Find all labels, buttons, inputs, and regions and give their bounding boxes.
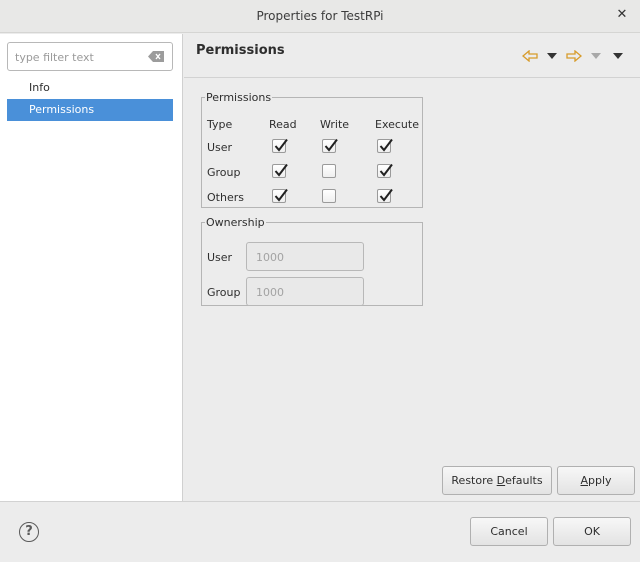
filter-input[interactable]: [15, 49, 145, 65]
owner-user-field[interactable]: [256, 249, 351, 265]
permissions-legend: Permissions: [206, 91, 272, 104]
dialog-button-bar: ? Cancel OK: [0, 501, 640, 562]
owner-group-label: Group: [207, 286, 241, 299]
checkmark-icon: [324, 138, 338, 152]
checkmark-icon: [379, 163, 393, 177]
row-label-user: User: [207, 141, 233, 154]
permissions-group: Permissions Type Read Write Execute User…: [201, 91, 423, 208]
others-execute-checkbox[interactable]: [377, 188, 393, 203]
header-write: Write: [320, 118, 350, 131]
user-write-checkbox[interactable]: [322, 138, 338, 153]
group-write-checkbox[interactable]: [322, 164, 336, 178]
clear-filter-icon[interactable]: [148, 51, 164, 62]
filter-box: [7, 42, 173, 71]
back-history-dropdown-icon[interactable]: [546, 48, 558, 64]
header-type: Type: [207, 118, 233, 131]
checkmark-icon: [274, 188, 288, 202]
cancel-button[interactable]: Cancel: [470, 517, 548, 546]
row-label-group: Group: [207, 166, 241, 179]
checkmark-icon: [274, 163, 288, 177]
user-read-checkbox[interactable]: [272, 138, 288, 153]
sidebar-item-label: Permissions: [29, 103, 95, 116]
group-execute-checkbox[interactable]: [377, 163, 393, 178]
ownership-legend: Ownership: [206, 216, 265, 229]
owner-group-field-box: [246, 277, 364, 306]
window-title: Properties for TestRPi: [256, 9, 384, 23]
apply-label-post: pply: [588, 474, 612, 487]
others-read-checkbox[interactable]: [272, 188, 288, 203]
row-label-others: Others: [207, 191, 244, 204]
apply-button[interactable]: Apply: [557, 466, 635, 495]
restore-defaults-button[interactable]: Restore Defaults: [442, 466, 552, 495]
sidebar-item-label: Info: [29, 81, 50, 94]
view-menu-icon[interactable]: [612, 48, 624, 64]
arrow-right-icon[interactable]: [565, 48, 583, 64]
content-header: Permissions: [184, 34, 640, 78]
ownership-group: Ownership User Group: [201, 216, 423, 306]
owner-group-field[interactable]: [256, 284, 351, 300]
help-icon[interactable]: ?: [19, 522, 39, 542]
sidebar-item-info[interactable]: Info: [7, 77, 173, 99]
page-title: Permissions: [196, 43, 285, 58]
close-icon[interactable]: ✕: [614, 7, 630, 23]
content-pane: Permissions Permissions Type Read Write …: [184, 34, 640, 501]
window-titlebar: Properties for TestRPi ✕: [0, 0, 640, 33]
checkmark-icon: [379, 138, 393, 152]
owner-user-field-box: [246, 242, 364, 271]
sidebar: Info Permissions: [0, 34, 183, 501]
restore-defaults-label-post: efaults: [505, 474, 543, 487]
header-execute: Execute: [375, 118, 419, 131]
owner-user-label: User: [207, 251, 233, 264]
others-write-checkbox[interactable]: [322, 189, 336, 203]
restore-defaults-label-pre: Restore: [451, 474, 497, 487]
sidebar-item-permissions[interactable]: Permissions: [7, 99, 173, 121]
forward-history-dropdown-icon[interactable]: [590, 48, 602, 64]
checkmark-icon: [274, 138, 288, 152]
user-execute-checkbox[interactable]: [377, 138, 393, 153]
header-read: Read: [269, 118, 297, 131]
restore-defaults-mnemonic: D: [496, 474, 506, 487]
arrow-left-icon[interactable]: [521, 48, 539, 64]
group-read-checkbox[interactable]: [272, 163, 288, 178]
apply-mnemonic: A: [580, 474, 588, 487]
checkmark-icon: [379, 188, 393, 202]
ok-button[interactable]: OK: [553, 517, 631, 546]
